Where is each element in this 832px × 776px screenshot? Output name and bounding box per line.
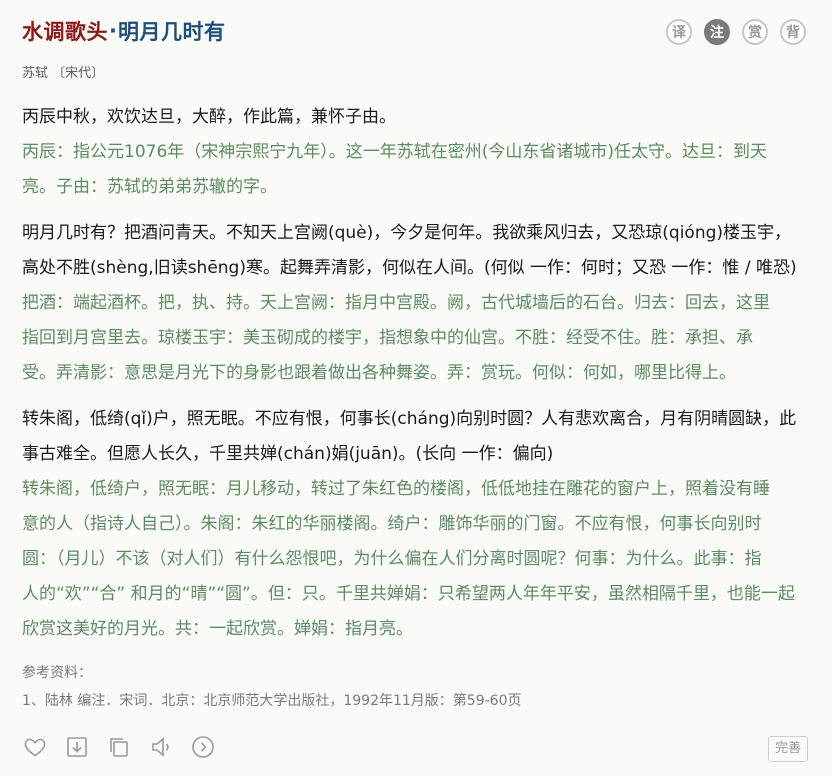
references-label: 参考资料： xyxy=(22,665,92,681)
title-separator: · xyxy=(109,19,117,43)
heart-icon[interactable] xyxy=(22,734,48,760)
poem-content: 丙辰中秋，欢饮达旦，大醉，作此篇，兼怀子由。 丙辰：指公元1076年（宋神宗熙宁… xyxy=(22,100,810,647)
original-line: 丙辰中秋，欢饮达旦，大醉，作此篇，兼怀子由。 xyxy=(22,107,396,127)
recite-button[interactable]: 背 xyxy=(780,19,806,45)
annotation-line: 圆：（月儿）不该（对人们）有什么怨恨吧，为什么偏在人们分离时圆呢？何事：为什么。… xyxy=(22,549,762,569)
annotation-line: 人的“欢”“合” 和月的“晴”“圆”。但：只。千里共婵娟：只希望两人年年平安，虽… xyxy=(22,584,795,604)
annotation-line: 指回到月宫里去。琼楼玉宇：美玉砌成的楼宇，指想象中的仙宫。不胜：经受不住。胜：承… xyxy=(22,328,753,348)
annotation-line: 把酒：端起酒杯。把，执、持。天上宫阙：指月中宫殿。阙，古代城墙后的石台。归去：回… xyxy=(22,293,770,313)
appreciate-button[interactable]: 赏 xyxy=(742,19,768,45)
author-dynasty[interactable]: 苏轼 〔宋代〕 xyxy=(22,62,104,81)
annotate-button[interactable]: 注 xyxy=(704,19,730,45)
annotation-line: 转朱阁，低绮户，照无眠：月儿移动，转过了朱红色的楼阁，低低地挂在雕花的窗户上，照… xyxy=(22,479,770,499)
original-line: 明月几时有？把酒问青天。不知天上宫阙(què)，今夕是何年。我欲乘风归去，又恐琼… xyxy=(22,223,792,243)
improve-button[interactable]: 完善 xyxy=(767,736,808,762)
poem-card: 水调歌头 · 明月几时有 译 注 赏 背 苏轼 〔宋代〕 丙辰中秋，欢饮达旦，大… xyxy=(0,0,832,776)
speaker-icon[interactable] xyxy=(148,734,174,760)
title-poem-name[interactable]: 明月几时有 xyxy=(118,16,226,46)
original-line: 事古难全。但愿人长久，千里共婵(chán)娟(juān)。(长向 一作：偏向) xyxy=(22,444,554,464)
annotation-line: 亮。子由：苏轼的弟弟苏辙的字。 xyxy=(22,177,277,197)
annotation-line: 意的人（指诗人自己）。朱阁：朱红的华丽楼阁。绮户：雕饰华丽的门窗。不应有恨，何事… xyxy=(22,514,762,534)
translate-button[interactable]: 译 xyxy=(666,19,692,45)
copy-icon[interactable] xyxy=(106,734,132,760)
annotation-line: 丙辰：指公元1076年（宋神宗熙宁九年）。这一年苏轼在密州(今山东省诸城市)任太… xyxy=(22,142,768,162)
annotation-line: 欣赏这美好的月光。共：一起欣赏。婵娟：指月亮。 xyxy=(22,619,413,639)
original-line: 转朱阁，低绮(qǐ)户，照无眠。不应有恨，何事长(cháng)向别时圆？人有悲欢… xyxy=(22,409,797,429)
play-circle-icon[interactable] xyxy=(190,734,216,760)
annotation-line: 受。弄清影：意思是月光下的身影也跟着做出各种舞姿。弄：赏玩。何似：何如，哪里比得… xyxy=(22,363,736,383)
title-tune-name[interactable]: 水调歌头 xyxy=(22,16,108,46)
action-toolbar xyxy=(22,734,216,760)
download-icon[interactable] xyxy=(64,734,90,760)
original-line: 高处不胜(shèng,旧读shēng)寒。起舞弄清影，何似在人间。(何似 一作：… xyxy=(22,258,797,278)
poem-title: 水调歌头 · 明月几时有 xyxy=(22,16,225,46)
reference-item: 1、陆林 编注．宋词．北京：北京师范大学出版社，1992年11月版：第59-60… xyxy=(22,693,522,709)
view-mode-buttons: 译 注 赏 背 xyxy=(666,19,806,45)
